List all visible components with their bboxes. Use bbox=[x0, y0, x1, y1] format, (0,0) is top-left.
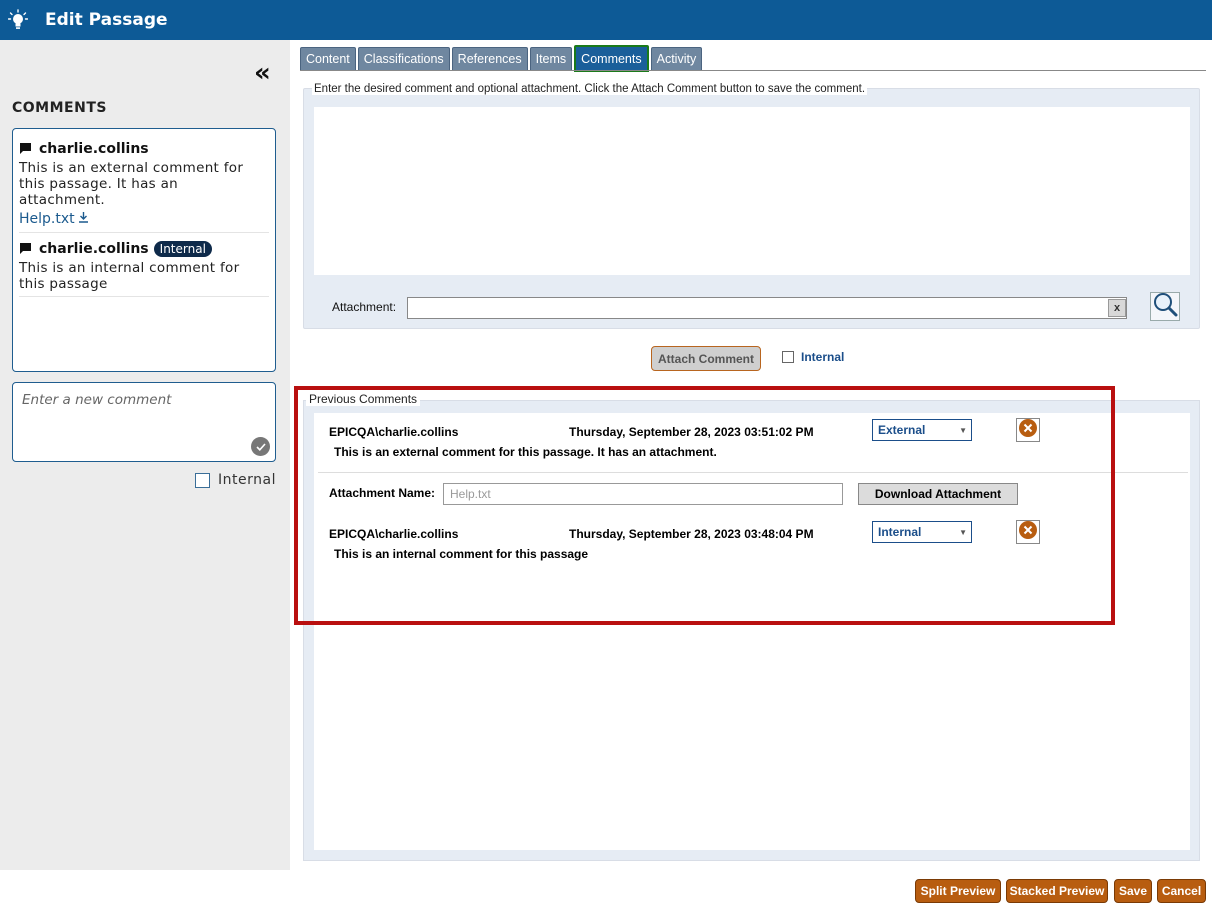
magnifier-icon bbox=[1152, 291, 1178, 322]
comment-text: This is an external comment for this pas… bbox=[19, 160, 244, 208]
caret-down-icon: ▼ bbox=[959, 527, 967, 537]
row-divider bbox=[318, 472, 1188, 473]
attachment-link[interactable]: Help.txt bbox=[19, 211, 89, 227]
browse-attachment-button[interactable] bbox=[1150, 292, 1180, 321]
previous-comments-panel: EPICQA\charlie.collins Thursday, Septemb… bbox=[303, 400, 1200, 861]
comment-text: This is an external comment for this pas… bbox=[334, 445, 717, 459]
download-icon bbox=[78, 211, 89, 227]
comment-date: Thursday, September 28, 2023 03:51:02 PM bbox=[569, 425, 814, 439]
collapse-sidebar-button[interactable]: « bbox=[254, 60, 271, 86]
previous-comments-legend: Previous Comments bbox=[306, 392, 421, 406]
tab-bar: Content Classifications References Items… bbox=[300, 45, 703, 72]
split-preview-button[interactable]: Split Preview bbox=[915, 879, 1001, 903]
visibility-value: External bbox=[878, 423, 926, 437]
comment-user: EPICQA\charlie.collins bbox=[329, 425, 459, 439]
clear-attachment-button[interactable]: x bbox=[1108, 299, 1126, 317]
attachment-name-label: Attachment Name: bbox=[329, 486, 436, 500]
lightbulb-icon bbox=[0, 0, 36, 40]
comment-date: Thursday, September 28, 2023 03:48:04 PM bbox=[569, 527, 814, 541]
comment-icon bbox=[19, 242, 33, 256]
list-item: charlie.collins This is an external comm… bbox=[19, 135, 269, 233]
stacked-preview-button[interactable]: Stacked Preview bbox=[1006, 879, 1108, 903]
delete-comment-button[interactable] bbox=[1016, 418, 1040, 442]
delete-comment-button[interactable] bbox=[1016, 520, 1040, 544]
comment-textarea[interactable] bbox=[314, 107, 1190, 275]
sidebar-internal-toggle[interactable]: Internal bbox=[195, 472, 276, 488]
visibility-select[interactable]: Internal ▼ bbox=[872, 521, 972, 543]
list-item: charlie.collins Internal This is an inte… bbox=[19, 235, 269, 297]
tab-divider bbox=[300, 70, 1206, 71]
attachment-label: Attachment: bbox=[332, 300, 397, 314]
previous-comments-list: EPICQA\charlie.collins Thursday, Septemb… bbox=[314, 413, 1190, 850]
submit-comment-button[interactable] bbox=[251, 437, 270, 456]
comment-author: charlie.collins bbox=[39, 241, 149, 257]
internal-badge: Internal bbox=[153, 241, 212, 257]
comment-list: charlie.collins This is an external comm… bbox=[12, 128, 276, 372]
save-button[interactable]: Save bbox=[1114, 879, 1152, 903]
attachment-name-field: Help.txt bbox=[443, 483, 843, 505]
page-title: Edit Passage bbox=[45, 10, 168, 30]
caret-down-icon: ▼ bbox=[959, 425, 967, 435]
new-comment-input[interactable]: Enter a new comment bbox=[12, 382, 276, 462]
tab-classifications[interactable]: Classifications bbox=[357, 47, 450, 70]
app-header: Edit Passage bbox=[0, 0, 1212, 40]
tab-content[interactable]: Content bbox=[300, 47, 356, 70]
new-comment-instructions: Enter the desired comment and optional a… bbox=[312, 83, 868, 95]
new-comment-placeholder: Enter a new comment bbox=[22, 392, 172, 408]
delete-icon bbox=[1019, 520, 1037, 544]
tab-items[interactable]: Items bbox=[529, 47, 573, 70]
internal-label: Internal bbox=[218, 472, 276, 488]
cancel-button[interactable]: Cancel bbox=[1157, 879, 1206, 903]
tab-comments[interactable]: Comments bbox=[574, 45, 649, 72]
visibility-select[interactable]: External ▼ bbox=[872, 419, 972, 441]
comment-text: This is an internal comment for this pas… bbox=[19, 260, 240, 292]
attach-internal-toggle[interactable]: Internal bbox=[782, 350, 844, 364]
attach-internal-checkbox[interactable] bbox=[782, 351, 794, 363]
new-comment-panel: Enter the desired comment and optional a… bbox=[303, 83, 1200, 329]
attachment-input[interactable]: x bbox=[407, 297, 1127, 319]
comment-user: EPICQA\charlie.collins bbox=[329, 527, 459, 541]
comment-icon bbox=[19, 142, 33, 156]
visibility-value: Internal bbox=[878, 525, 922, 539]
attachment-link-label: Help.txt bbox=[19, 211, 75, 227]
internal-checkbox[interactable] bbox=[195, 472, 210, 488]
tab-references[interactable]: References bbox=[451, 47, 528, 70]
attach-internal-label: Internal bbox=[801, 350, 845, 364]
attach-comment-button[interactable]: Attach Comment bbox=[651, 346, 761, 371]
comments-sidebar: « COMMENTS charlie.collins This is an ex… bbox=[0, 40, 290, 870]
sidebar-heading: COMMENTS bbox=[12, 100, 107, 116]
delete-icon bbox=[1019, 418, 1037, 442]
comment-text: This is an internal comment for this pas… bbox=[334, 547, 589, 561]
comment-author: charlie.collins bbox=[39, 141, 149, 157]
tab-activity[interactable]: Activity bbox=[650, 47, 703, 70]
download-attachment-button[interactable]: Download Attachment bbox=[858, 483, 1018, 505]
